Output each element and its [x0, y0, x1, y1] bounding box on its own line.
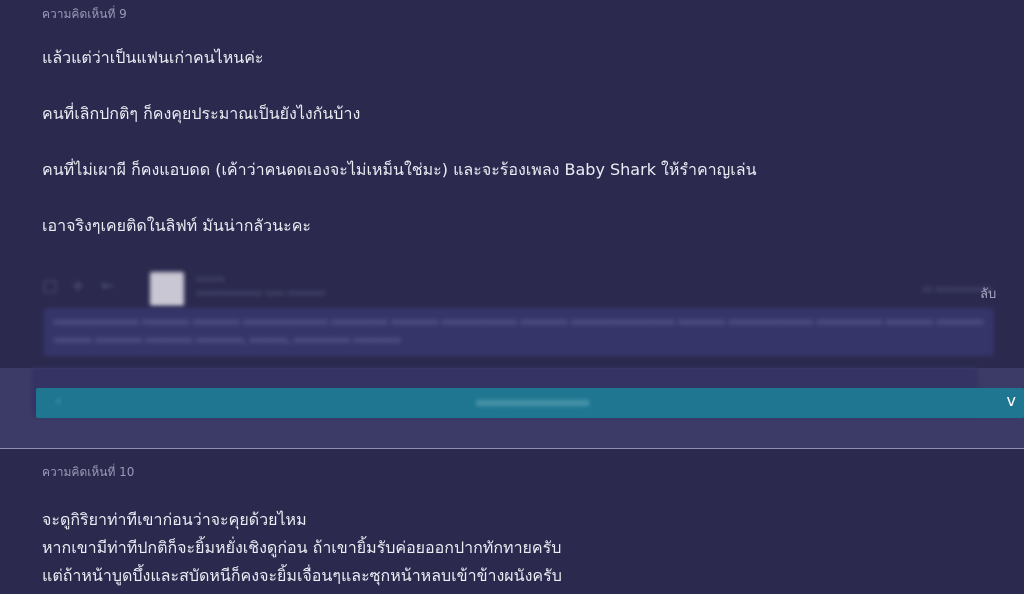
comment-9-action-bar: □ + ← ▭▭▭ ▭▭▭▭▭▭▭ ▭▭ ▭▭▭▭ ▭ ▭▭▭▭▭▭	[40, 272, 1000, 306]
reply-arrow-icon[interactable]: ←	[98, 276, 118, 296]
chevron-down-icon[interactable]: v	[1007, 391, 1016, 410]
comment-9-label: ความคิดเห็นที่ 9	[42, 7, 127, 21]
comment-9-paragraph-3: คนที่ไม่เผาผี ก็คงแอบดด (เค้าว่าคนดดเองจ…	[42, 160, 757, 179]
expand-left-icon: ‹	[56, 394, 61, 408]
expand-replies-label: ▭▭▭▭▭▭▭▭▭▭	[476, 395, 590, 409]
comment-10-line-3: แต่ถ้าหน้าบูดบึ้งและสบัดหนีก็คงจะยิ้มเจื…	[42, 566, 562, 585]
comment-9-paragraph-2: คนที่เลิกปกติๆ ก็คงคุยประมาณเป็นยังไงกัน…	[42, 104, 361, 123]
comment-9-paragraph-4: เอาจริงๆเคยติดในลิฟท์ มันน่ากลัวนะคะ	[42, 216, 311, 235]
reaction-summary-text: ▭▭▭▭▭▭▭▭▭ ▭▭▭▭▭ ▭▭▭▭▭ ▭▭▭▭▭▭▭▭▭ ▭▭▭▭▭▭ ▭…	[54, 317, 984, 346]
author-meta: ▭▭▭▭▭▭▭ ▭▭ ▭▭▭▭	[196, 288, 326, 299]
author-name[interactable]: ▭▭▭	[196, 274, 224, 285]
expand-replies-button[interactable]: ‹ ▭▭▭▭▭▭▭▭▭▭ v	[36, 388, 1024, 418]
comment-10-line-2: หากเขามีท่าทีปกติก็จะยิ้มหยั่งเชิงดูก่อน…	[42, 538, 562, 557]
comment-10-line-1: จะดูกิริยาท่าทีเขาก่อนว่าจะคุยด้วยไหม	[42, 510, 307, 529]
comment-divider	[0, 448, 1024, 449]
comment-10-label: ความคิดเห็นที่ 10	[42, 465, 135, 479]
plus-icon[interactable]: +	[68, 276, 88, 296]
comment-10-body: จะดูกิริยาท่าทีเขาก่อนว่าจะคุยด้วยไหม หา…	[42, 506, 562, 590]
comment-9-paragraph-1: แล้วแต่ว่าเป็นแฟนเก่าคนไหนค่ะ	[42, 48, 264, 67]
reaction-summary: ▭▭▭▭▭▭▭▭▭ ▭▭▭▭▭ ▭▭▭▭▭ ▭▭▭▭▭▭▭▭▭ ▭▭▭▭▭▭ ▭…	[44, 308, 994, 356]
reply-label[interactable]: ลับ	[980, 283, 996, 304]
square-icon[interactable]: □	[40, 276, 60, 296]
comment-page: ความคิดเห็นที่ 9 แล้วแต่ว่าเป็นแฟนเก่าคน…	[0, 0, 1024, 594]
avatar[interactable]	[150, 272, 184, 306]
